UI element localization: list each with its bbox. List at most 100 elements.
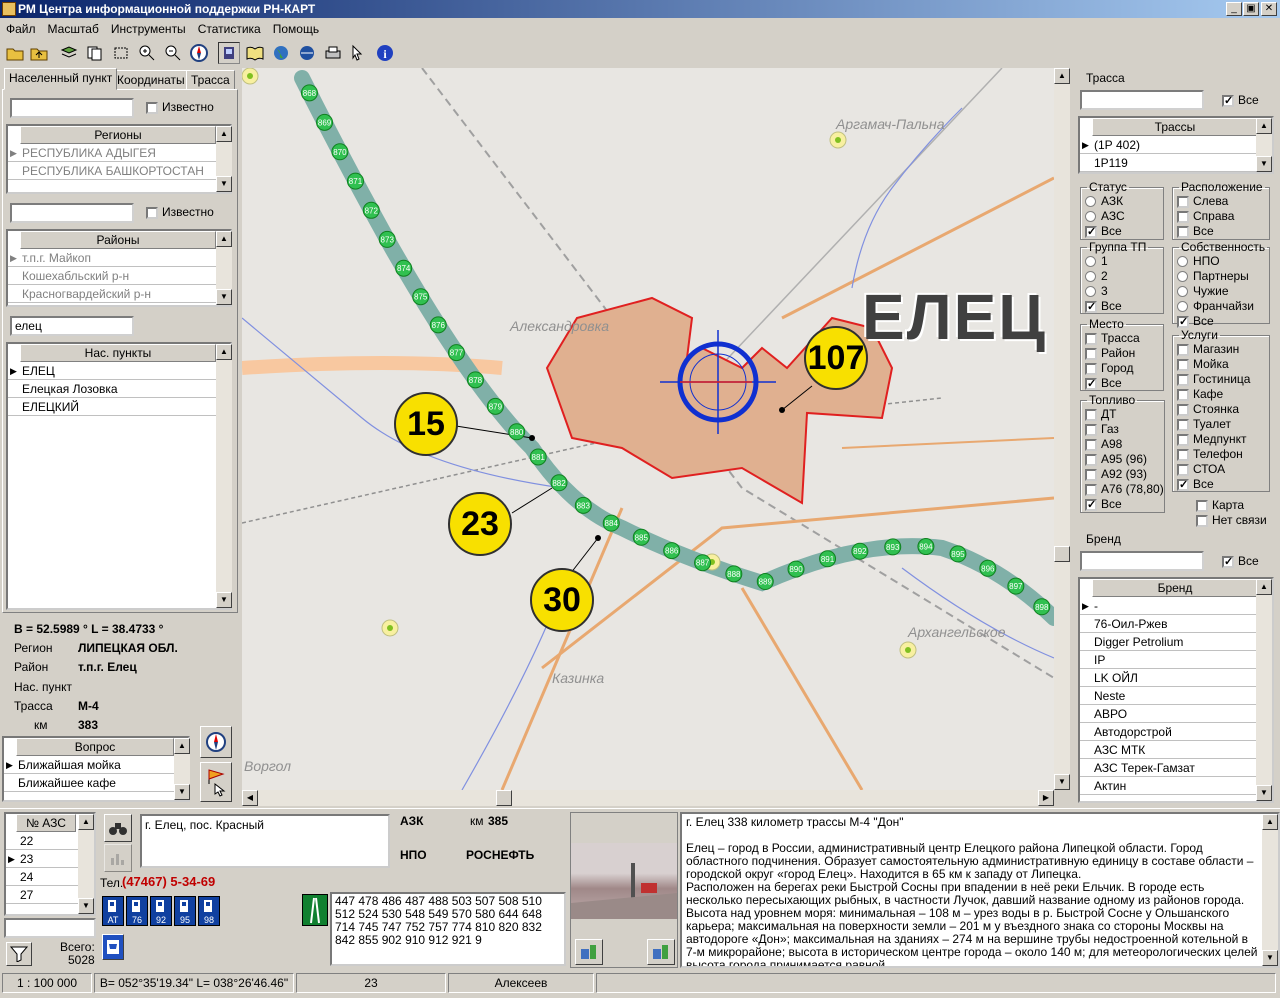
check-icon[interactable] <box>1085 347 1097 360</box>
scroll-up-icon[interactable]: ▲ <box>1256 118 1272 134</box>
azs-row[interactable]: 24 <box>6 868 78 886</box>
tp-option[interactable]: 1 <box>1081 254 1163 269</box>
brand-row[interactable]: Автодорстрой <box>1080 723 1256 741</box>
service-option[interactable]: Медпункт <box>1173 432 1269 447</box>
brand-row[interactable]: АЗС Терек-Гамзат <box>1080 759 1256 777</box>
check-icon[interactable] <box>1177 403 1189 416</box>
zoom-in-icon[interactable] <box>136 42 158 64</box>
status-option[interactable]: АЗК <box>1081 194 1163 209</box>
station-marker[interactable]: 30 <box>530 568 594 632</box>
brand-row[interactable]: 76-Оил-Ржев <box>1080 615 1256 633</box>
question-scrollbar[interactable]: ▲ ▼ <box>174 738 190 800</box>
brands-scrollbar[interactable]: ▲ ▼ <box>1256 579 1272 801</box>
ownership-option[interactable]: Партнеры <box>1173 269 1269 284</box>
filter-button[interactable] <box>6 942 32 966</box>
azs-scrollbar[interactable]: ▲ ▼ <box>78 814 94 914</box>
compass-icon[interactable] <box>188 42 210 64</box>
radio-icon[interactable] <box>1085 286 1096 298</box>
route-search-input[interactable] <box>1080 90 1204 110</box>
settlement-row[interactable]: ▶ ЕЛЕЦ <box>8 362 216 380</box>
fuel-option[interactable]: А98 <box>1081 437 1164 452</box>
place-option[interactable]: Район <box>1081 346 1163 361</box>
settlements-scrollbar[interactable]: ▲ ▼ <box>216 344 232 608</box>
open-icon[interactable] <box>4 42 26 64</box>
check-icon[interactable] <box>1196 499 1208 512</box>
district-search-input[interactable] <box>10 203 134 223</box>
chart-button[interactable] <box>104 844 132 872</box>
check-icon[interactable] <box>1085 300 1097 315</box>
region-search-input[interactable] <box>10 98 134 118</box>
fuel-option[interactable]: ДТ <box>1081 407 1164 422</box>
place-option[interactable]: Трасса <box>1081 331 1163 346</box>
route-row[interactable]: 1Р119 <box>1080 154 1256 172</box>
brand-search-input[interactable] <box>1080 551 1204 571</box>
location-option[interactable]: Все <box>1173 224 1269 239</box>
station-marker[interactable]: 15 <box>394 392 458 456</box>
service-option[interactable]: СТОА <box>1173 462 1269 477</box>
brand-row[interactable]: Neste <box>1080 687 1256 705</box>
region-known-checkbox[interactable]: Известно <box>146 100 214 114</box>
azs-search-input[interactable] <box>4 918 96 938</box>
service-option[interactable]: Телефон <box>1173 447 1269 462</box>
description-box[interactable]: г. Елец 338 километр трассы М-4 "Дон" Ел… <box>680 812 1280 968</box>
check-icon[interactable] <box>1177 478 1189 493</box>
check-icon[interactable] <box>1085 332 1097 345</box>
radio-icon[interactable] <box>1177 286 1188 298</box>
check-icon[interactable] <box>1177 195 1189 208</box>
scroll-up-icon[interactable]: ▲ <box>174 738 190 754</box>
map-checkbox[interactable]: Карта <box>1196 498 1244 512</box>
check-icon[interactable] <box>1177 225 1189 238</box>
brand-row[interactable]: АВРО <box>1080 705 1256 723</box>
layers-icon[interactable] <box>58 42 80 64</box>
radio-icon[interactable] <box>1085 196 1096 208</box>
fuel-option[interactable]: А95 (96) <box>1081 452 1164 467</box>
question-row[interactable]: Ближайшее кафе <box>4 774 174 792</box>
service-option[interactable]: Мойка <box>1173 357 1269 372</box>
districts-scrollbar[interactable]: ▲ ▼ <box>216 231 232 305</box>
regions-scrollbar[interactable]: ▲ ▼ <box>216 126 232 192</box>
scroll-down-icon[interactable]: ▼ <box>78 898 94 914</box>
check-icon[interactable] <box>1177 210 1189 223</box>
district-known-checkbox[interactable]: Известно <box>146 205 214 219</box>
routes-scrollbar[interactable]: ▲ ▼ <box>1256 118 1272 172</box>
settlement-search-input[interactable] <box>10 316 134 336</box>
extent-icon[interactable] <box>110 42 132 64</box>
brand-row[interactable]: IP <box>1080 651 1256 669</box>
globe-icon[interactable] <box>270 42 292 64</box>
info-icon[interactable]: i <box>374 42 396 64</box>
fuel-option[interactable]: Газ <box>1081 422 1164 437</box>
satellite-icon[interactable] <box>296 42 318 64</box>
service-option[interactable]: Гостиница <box>1173 372 1269 387</box>
tp-option[interactable]: 3 <box>1081 284 1163 299</box>
service-option[interactable]: Туалет <box>1173 417 1269 432</box>
district-row[interactable]: Красногвардейский р-н <box>8 285 216 303</box>
radio-icon[interactable] <box>1177 256 1188 268</box>
brand-row[interactable]: Digger Petrolium <box>1080 633 1256 651</box>
check-icon[interactable] <box>1085 225 1097 240</box>
tp-option[interactable]: Все <box>1081 299 1163 315</box>
next-photo-button[interactable] <box>647 939 675 965</box>
menu-stats[interactable]: Статистика <box>192 19 267 39</box>
check-icon[interactable] <box>1177 463 1189 476</box>
check-icon[interactable] <box>1085 408 1097 421</box>
cursor-info-icon[interactable] <box>348 42 370 64</box>
scroll-down-icon[interactable]: ▼ <box>216 289 232 305</box>
folder-up-icon[interactable] <box>28 42 50 64</box>
scroll-up-icon[interactable]: ▲ <box>216 344 232 360</box>
check-icon[interactable] <box>1085 423 1097 436</box>
fuel-option[interactable]: А76 (78,80) <box>1081 482 1164 497</box>
question-row[interactable]: ▶ Ближайшая мойка <box>4 756 174 774</box>
brand-row[interactable]: Актин <box>1080 777 1256 795</box>
scroll-up-icon[interactable]: ▲ <box>1054 68 1070 84</box>
place-option[interactable]: Все <box>1081 376 1163 392</box>
check-icon[interactable] <box>1085 498 1097 513</box>
district-row[interactable]: ▶ т.п.г. Майкоп <box>8 249 216 267</box>
scroll-down-icon[interactable]: ▼ <box>216 176 232 192</box>
scroll-thumb[interactable] <box>1054 546 1070 562</box>
map-hscroll[interactable]: ◀ ▶ <box>242 790 1054 806</box>
scroll-down-icon[interactable]: ▼ <box>216 592 232 608</box>
book-icon[interactable] <box>244 42 266 64</box>
zoom-out-icon[interactable] <box>162 42 184 64</box>
azs-row[interactable]: ▶ 23 <box>6 850 78 868</box>
station-marker[interactable]: 107 <box>804 326 868 390</box>
